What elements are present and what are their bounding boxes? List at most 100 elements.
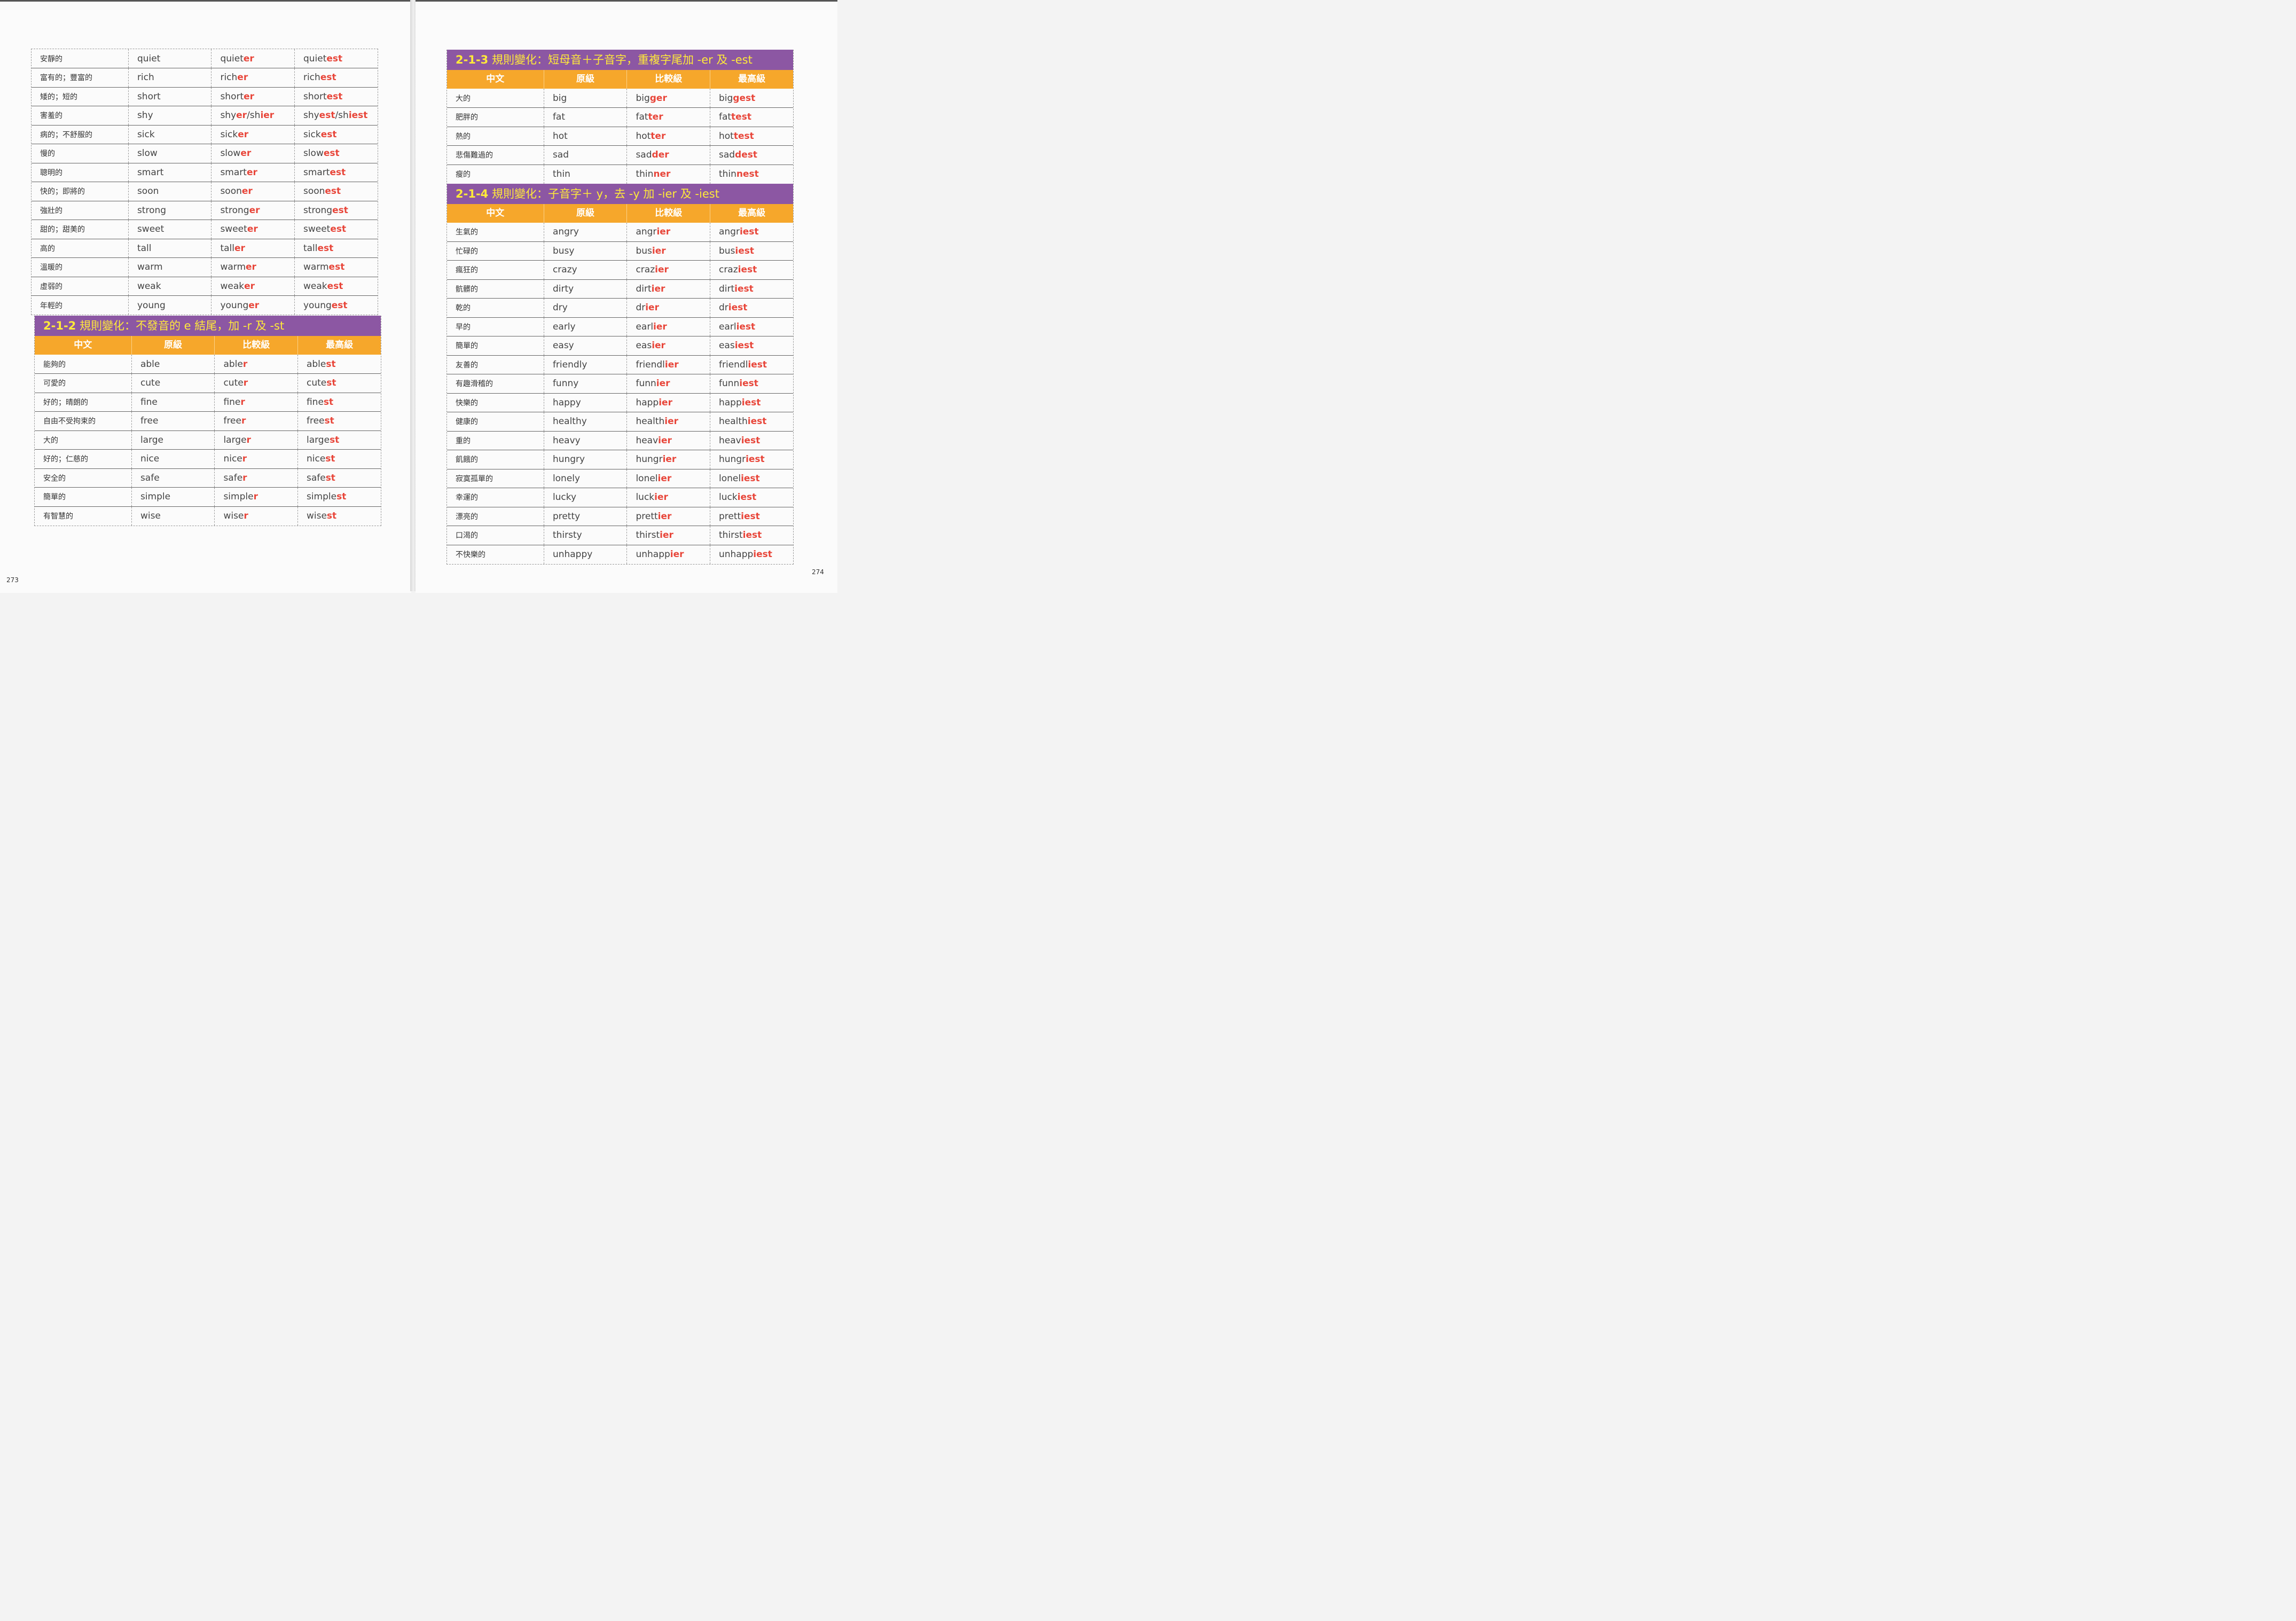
chinese-meaning: 害羞的 xyxy=(32,106,129,126)
base-form: wise xyxy=(131,506,215,526)
chinese-meaning: 大的 xyxy=(447,89,544,108)
comparative-form: quieter xyxy=(211,49,295,68)
word-stem: free xyxy=(223,416,241,427)
comparative-form: unhappier xyxy=(626,545,710,564)
word-stem: smart xyxy=(303,167,330,178)
table-header: 中文 原級 比較級 最高級 xyxy=(447,70,793,89)
suffix-highlight: ier xyxy=(657,511,672,522)
word-stem: hungr xyxy=(636,454,663,465)
suffix-highlight: iest xyxy=(739,226,759,237)
table-row: 害羞的 shy shyer/shier shyest/shiest xyxy=(32,106,378,126)
word-stem: simple xyxy=(223,491,254,503)
chinese-meaning: 熱的 xyxy=(447,127,544,146)
comparative-form: hungrier xyxy=(626,450,710,469)
chinese-meaning: 幸運的 xyxy=(447,488,544,507)
word-stem: quiet xyxy=(303,53,327,64)
word-stem: nice xyxy=(223,453,242,465)
suffix-highlight: ier xyxy=(652,245,666,256)
base-form: sweet xyxy=(128,220,212,239)
suffix-highlight: er xyxy=(237,72,248,83)
table-row: 瘦的 thin thinner thinnest xyxy=(447,165,793,184)
comparative-form: dirtier xyxy=(626,279,710,299)
chinese-meaning: 肥胖的 xyxy=(447,107,544,127)
word-stem: happ xyxy=(636,397,659,408)
header-superlative: 最高級 xyxy=(326,340,354,350)
base-form: shy xyxy=(128,106,212,126)
suffix-highlight: est xyxy=(331,300,348,311)
superlative-form: prettiest xyxy=(710,507,793,526)
suffix-highlight: r xyxy=(246,434,251,445)
suffix-highlight: er xyxy=(246,262,256,273)
superlative-form: richest xyxy=(294,68,378,88)
suffix-highlight: r xyxy=(241,416,246,427)
table-row: 簡單的 easy easier easiest xyxy=(447,336,793,356)
base-form: weak xyxy=(128,277,212,296)
word-stem: simple xyxy=(306,491,337,503)
superlative-form: freest xyxy=(297,411,381,431)
suffix-highlight: ier xyxy=(656,226,671,237)
word-stem: hot xyxy=(718,130,734,142)
superlative-form: friendliest xyxy=(710,355,793,374)
base-form: early xyxy=(544,317,628,336)
table-row: 肥胖的 fat fatter fattest xyxy=(447,107,793,127)
suffix-highlight: ier xyxy=(662,454,677,465)
page-number: 273 xyxy=(6,576,19,584)
suffix-highlight: st xyxy=(326,511,337,521)
comparative-form: richer xyxy=(211,68,295,88)
word-stem: fat xyxy=(636,112,648,123)
chinese-meaning: 忙碌的 xyxy=(447,241,544,261)
suffix-highlight: ier xyxy=(655,264,669,276)
table-row: 口渴的 thirsty thirstier thirstiest xyxy=(447,526,793,545)
base-form: thin xyxy=(544,165,628,184)
chinese-meaning: 不快樂的 xyxy=(447,545,544,564)
word-stem: craz xyxy=(636,264,655,276)
chinese-meaning: 快樂的 xyxy=(447,393,544,412)
word-stem: able xyxy=(306,358,326,370)
table-2-1-4: 生氣的 angry angrier angriest 忙碌的 busy busier busi… xyxy=(447,222,793,564)
superlative-form: smartest xyxy=(294,163,378,182)
table-header: 中文 原級 比較級 最高級 xyxy=(35,336,381,355)
superlative-form: strongest xyxy=(294,201,378,220)
table-row: 有智慧的 wise wiser wisest xyxy=(35,506,381,526)
suffix-highlight: ner xyxy=(653,169,671,179)
superlative-form: driest xyxy=(710,298,793,318)
comparative-form: crazier xyxy=(626,260,710,280)
section-title-2-1-3: 2-1-3 規則變化：短母音＋子音字，重複字尾加 -er 及 -est xyxy=(447,50,793,70)
superlative-form: shyest/shiest xyxy=(294,106,378,126)
table-row: 強壯的 strong stronger strongest xyxy=(32,201,378,220)
base-form: warm xyxy=(128,257,212,277)
table-row: 幸運的 lucky luckier luckiest xyxy=(447,488,793,507)
suffix-highlight: st xyxy=(326,358,336,370)
base-form: happy xyxy=(544,393,628,412)
base-form: lonely xyxy=(544,469,628,488)
suffix-highlight: er xyxy=(234,242,245,254)
suffix-highlight: ier xyxy=(652,340,665,351)
word-stem: dr xyxy=(636,302,646,314)
word-stem: angr xyxy=(718,226,740,237)
chinese-meaning: 自由不受拘束的 xyxy=(35,411,132,431)
word-stem: lonel xyxy=(718,473,741,484)
suffix-highlight: iest xyxy=(747,416,767,427)
suffix-highlight: ier xyxy=(660,530,673,541)
superlative-form: thirstiest xyxy=(710,526,793,545)
superlative-form: slowest xyxy=(294,144,378,163)
chinese-meaning: 骯髒的 xyxy=(447,279,544,299)
base-form: busy xyxy=(544,241,628,261)
word-stem: fine xyxy=(306,396,324,408)
word-stem: weak xyxy=(303,280,327,292)
chinese-meaning: 有智慧的 xyxy=(35,506,132,526)
continued-table: 安靜的 quiet quieter quietest 富有的；豐富的 rich richer… xyxy=(32,49,378,315)
suffix-highlight: iest xyxy=(734,283,754,294)
comparative-form: smarter xyxy=(211,163,295,182)
suffix-highlight: iest xyxy=(746,454,765,465)
table-row: 不快樂的 unhappy unhappier unhappiest xyxy=(447,545,793,564)
suffix-highlight: ier xyxy=(260,110,275,121)
word-stem: short xyxy=(220,91,244,102)
table-row: 富有的；豐富的 rich richer richest xyxy=(32,68,378,88)
word-stem: thin xyxy=(636,169,654,179)
superlative-form: busiest xyxy=(710,241,793,261)
word-stem: unhapp xyxy=(636,549,670,560)
word-stem: tall xyxy=(303,242,318,254)
suffix-highlight: er xyxy=(241,186,253,197)
word-stem: unhapp xyxy=(718,549,754,560)
